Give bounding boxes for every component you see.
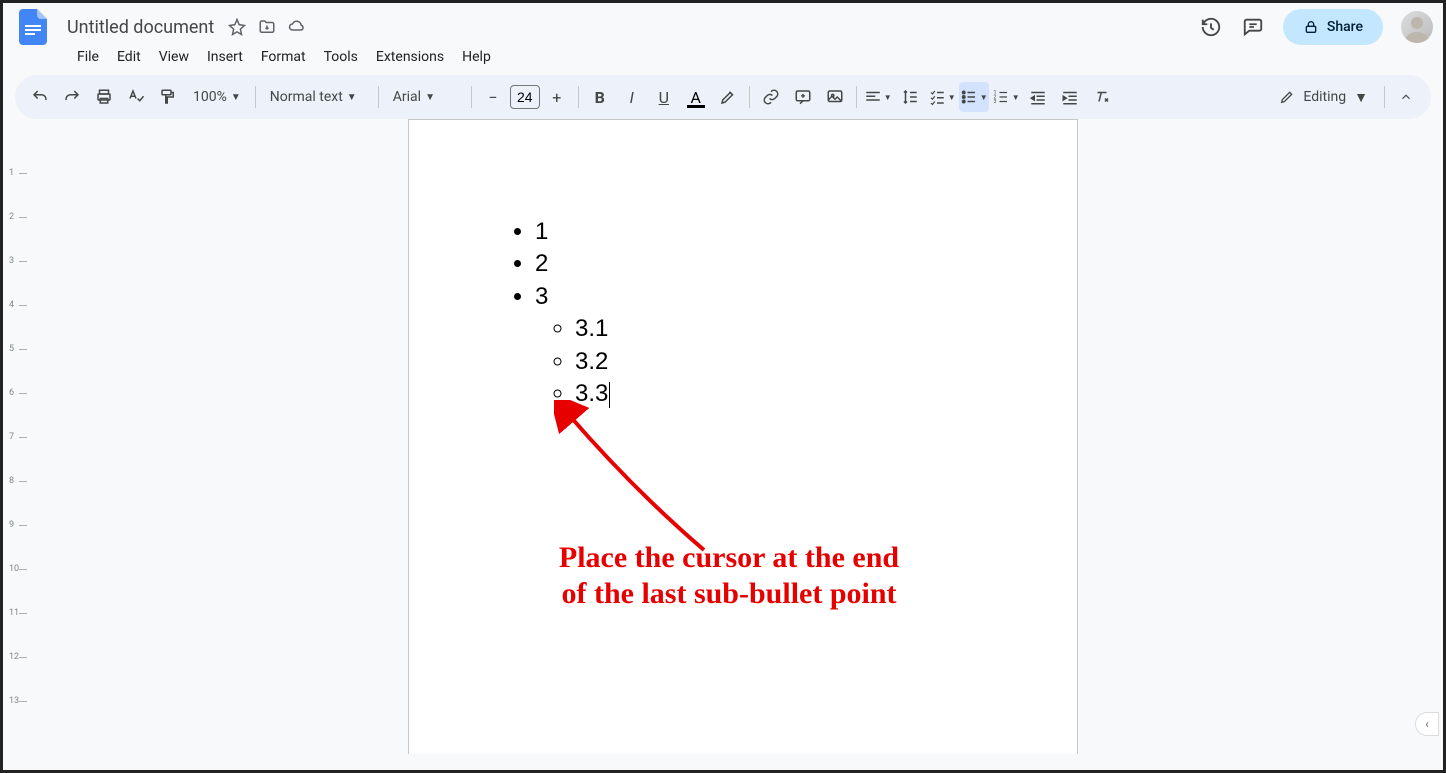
font-size-control: − +: [478, 82, 572, 112]
annotation-text: Place the cursor at the endof the last s…: [469, 540, 989, 612]
add-comment-button[interactable]: [788, 82, 818, 112]
menu-extensions[interactable]: Extensions: [368, 45, 452, 69]
list-item[interactable]: 2: [535, 248, 981, 280]
comment-icon[interactable]: [1241, 15, 1265, 39]
menu-format[interactable]: Format: [253, 45, 314, 69]
annotation-line1: Place the cursor at the end: [559, 541, 899, 574]
list-item[interactable]: 1: [535, 216, 981, 248]
mode-select[interactable]: Editing ▼: [1269, 89, 1378, 106]
title-row: Untitled document Share: [13, 9, 1433, 45]
underline-button[interactable]: U: [649, 82, 679, 112]
menu-edit[interactable]: Edit: [109, 45, 149, 69]
page[interactable]: 1 2 3 3.1 3.2 3.3 Place the cursor at: [408, 119, 1078, 754]
paint-format-button[interactable]: [153, 82, 183, 112]
list-item[interactable]: 3.2: [575, 346, 981, 378]
redo-button[interactable]: [57, 82, 87, 112]
star-icon[interactable]: [228, 18, 246, 36]
italic-button[interactable]: I: [617, 82, 647, 112]
move-icon[interactable]: [258, 18, 276, 36]
share-button[interactable]: Share: [1283, 9, 1383, 45]
zoom-select[interactable]: 100% ▼: [185, 82, 249, 112]
list-item-text: 3.3: [575, 380, 608, 407]
workspace: 12345678910111213 123456789101112131415 …: [3, 119, 1443, 754]
zoom-value: 100%: [193, 89, 227, 105]
mode-label: Editing: [1303, 89, 1346, 105]
font-size-minus[interactable]: −: [478, 82, 508, 112]
list-item[interactable]: 3.3: [575, 378, 981, 410]
svg-text:3: 3: [993, 99, 996, 105]
share-label: Share: [1327, 19, 1363, 35]
text-cursor: [609, 382, 610, 408]
avatar[interactable]: [1401, 11, 1433, 43]
caret-down-icon: ▼: [347, 92, 357, 103]
cloud-icon[interactable]: [288, 18, 306, 36]
undo-button[interactable]: [25, 82, 55, 112]
link-button[interactable]: [756, 82, 786, 112]
line-spacing-button[interactable]: [895, 82, 925, 112]
history-icon[interactable]: [1199, 15, 1223, 39]
list-item-text: 3: [535, 283, 548, 310]
numbered-list-button[interactable]: 123▼: [991, 82, 1021, 112]
menu-insert[interactable]: Insert: [199, 45, 251, 69]
indent-increase-button[interactable]: [1055, 82, 1085, 112]
text-color-button[interactable]: A: [681, 82, 711, 112]
pencil-icon: [1279, 89, 1295, 105]
header: Untitled document Share File Edit View I…: [3, 3, 1443, 75]
spellcheck-button[interactable]: [121, 82, 151, 112]
print-button[interactable]: [89, 82, 119, 112]
image-button[interactable]: [820, 82, 850, 112]
bulleted-list-button[interactable]: ▼: [959, 82, 989, 112]
caret-down-icon: ▼: [884, 93, 892, 102]
clear-formatting-button[interactable]: [1087, 82, 1117, 112]
toolbar: 100%▼ Normal text▼ Arial▼ − + B I U A ▼ …: [15, 75, 1431, 119]
collapse-toolbar-button[interactable]: [1391, 82, 1421, 112]
annotation-line2: of the last sub-bullet point: [561, 577, 896, 610]
annotation-arrow: [554, 400, 724, 560]
menu-tools[interactable]: Tools: [316, 45, 366, 69]
title-icons: [228, 18, 306, 36]
font-value: Arial: [393, 89, 421, 105]
style-value: Normal text: [270, 89, 343, 105]
checklist-button[interactable]: ▼: [927, 82, 957, 112]
caret-down-icon: ▼: [1354, 89, 1368, 106]
indent-decrease-button[interactable]: [1023, 82, 1053, 112]
lock-icon: [1303, 19, 1319, 35]
document-title[interactable]: Untitled document: [61, 15, 220, 40]
page-content[interactable]: 1 2 3 3.1 3.2 3.3: [505, 216, 981, 410]
vertical-ruler[interactable]: 12345678910111213: [3, 119, 43, 754]
docs-logo-icon[interactable]: [13, 7, 53, 47]
list-item[interactable]: 3.1: [575, 313, 981, 345]
menu-help[interactable]: Help: [454, 45, 499, 69]
font-size-plus[interactable]: +: [542, 82, 572, 112]
style-select[interactable]: Normal text ▼: [262, 82, 372, 112]
font-size-input[interactable]: [510, 85, 540, 109]
caret-down-icon: ▼: [948, 93, 956, 102]
caret-down-icon: ▼: [425, 92, 435, 103]
menu-file[interactable]: File: [69, 45, 107, 69]
align-button[interactable]: ▼: [863, 82, 893, 112]
highlight-button[interactable]: [713, 82, 743, 112]
caret-down-icon: ▼: [1012, 93, 1020, 102]
menu-bar: File Edit View Insert Format Tools Exten…: [13, 45, 1433, 75]
list-item[interactable]: 3 3.1 3.2 3.3: [535, 281, 981, 411]
main-area: 123456789101112131415 1 2 3 3.1 3.2 3.3: [43, 119, 1443, 754]
caret-down-icon: ▼: [231, 92, 241, 103]
header-right: Share: [1199, 9, 1433, 45]
menu-view[interactable]: View: [151, 45, 197, 69]
font-select[interactable]: Arial ▼: [385, 82, 465, 112]
side-panel-toggle[interactable]: ‹: [1415, 712, 1439, 736]
bold-button[interactable]: B: [585, 82, 615, 112]
caret-down-icon: ▼: [980, 93, 988, 102]
